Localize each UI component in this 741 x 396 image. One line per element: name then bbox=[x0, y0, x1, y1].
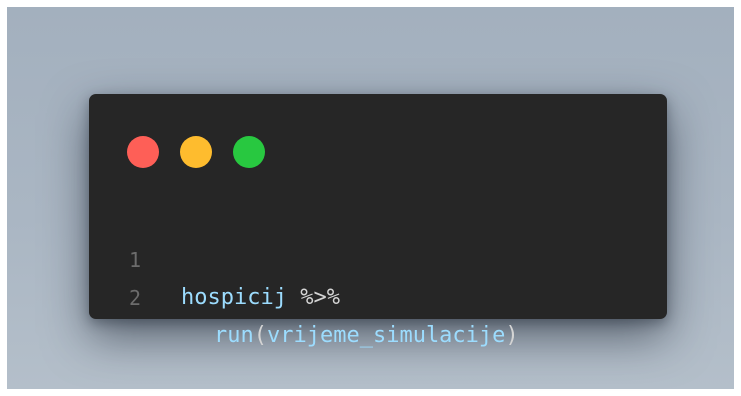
code-window: 1 hospicij %>% 2 run(vrijeme_simulacije) bbox=[89, 94, 667, 348]
pipe-operator: %>% bbox=[286, 285, 340, 310]
code-line-text: hospicij %>% bbox=[181, 279, 340, 317]
code-block: 1 hospicij %>% 2 run(vrijeme_simulacije) bbox=[89, 203, 667, 348]
zoom-dot-icon[interactable] bbox=[233, 136, 265, 168]
paren-close: ) bbox=[505, 323, 519, 348]
close-dot-icon[interactable] bbox=[127, 136, 159, 168]
code-line: 2 run(vrijeme_simulacije) bbox=[89, 241, 667, 348]
code-line: 1 hospicij %>% bbox=[89, 203, 667, 310]
paren-open: ( bbox=[253, 323, 267, 348]
code-line-text: run(vrijeme_simulacije) bbox=[214, 317, 519, 355]
minimize-dot-icon[interactable] bbox=[180, 136, 212, 168]
identifier-hospicij: hospicij bbox=[181, 285, 287, 310]
function-run: run bbox=[214, 323, 254, 348]
line-number: 2 bbox=[129, 286, 142, 310]
argument-vrijeme-simulacije: vrijeme_simulacije bbox=[267, 323, 506, 348]
